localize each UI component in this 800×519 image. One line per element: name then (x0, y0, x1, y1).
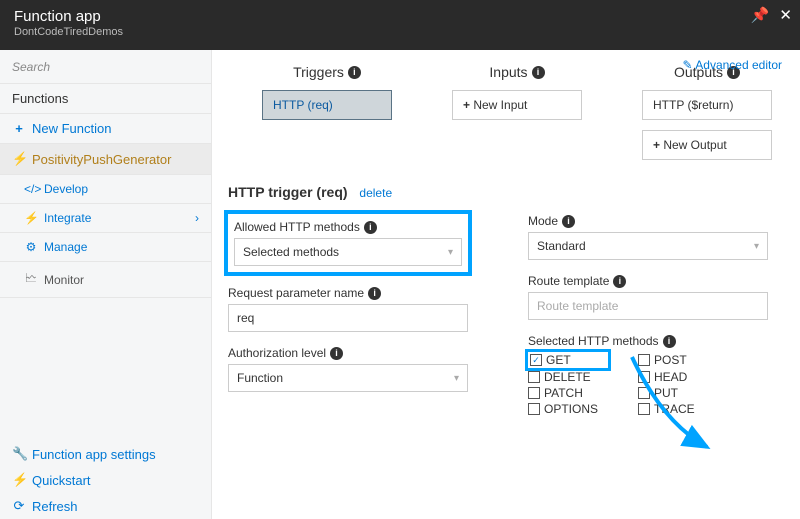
checkbox-icon (638, 403, 650, 415)
checkbox-icon (638, 371, 650, 383)
auth-level-field: Authorization leveli Function ▾ (228, 346, 468, 392)
sidebar-manage[interactable]: ⚙ Manage (0, 233, 211, 262)
quickstart-link[interactable]: ⚡ Quickstart (0, 467, 211, 493)
close-icon[interactable]: ✕ (779, 6, 792, 24)
chevron-down-icon: ▾ (448, 247, 453, 258)
output-http-return[interactable]: HTTP ($return) (642, 90, 772, 120)
sidebar-function-item[interactable]: ⚡ PositivityPushGenerator (0, 144, 211, 175)
sidebar-monitor[interactable]: 🗠 Monitor (0, 262, 211, 298)
header-subtitle: DontCodeTiredDemos (14, 26, 123, 38)
method-patch[interactable]: PATCH (528, 386, 608, 400)
method-get[interactable]: ✓GET (528, 352, 608, 368)
section-title: HTTP trigger (req) delete (228, 184, 784, 200)
checkbox-icon (528, 403, 540, 415)
method-delete[interactable]: DELETE (528, 370, 608, 384)
function-name: PositivityPushGenerator (32, 152, 171, 167)
checkbox-icon (638, 387, 650, 399)
pin-icon[interactable]: 📌 (751, 6, 770, 24)
mode-field: Modei Standard ▾ (528, 214, 768, 260)
info-icon[interactable]: i (348, 66, 361, 79)
sidebar-develop[interactable]: </> Develop (0, 175, 211, 204)
advanced-editor-link[interactable]: ✎ Advanced editor (683, 58, 782, 72)
sidebar: Search Functions + New Function ⚡ Positi… (0, 50, 212, 519)
info-icon[interactable]: i (562, 215, 575, 228)
info-icon[interactable]: i (330, 347, 343, 360)
selected-methods-field: Selected HTTP methodsi ✓GET POST DELETE … (528, 334, 768, 416)
refresh-link[interactable]: ⟳ Refresh (0, 493, 211, 519)
route-template-input[interactable] (528, 292, 768, 320)
new-output-button[interactable]: + New Output (642, 130, 772, 160)
allowed-methods-field: Allowed HTTP methodsi Selected methods ▾ (228, 214, 468, 272)
method-post[interactable]: POST (638, 352, 718, 368)
allowed-methods-select[interactable]: Selected methods ▾ (234, 238, 462, 266)
code-icon: </> (24, 182, 38, 196)
main-panel: ✎ Advanced editor Triggersi HTTP (req) I… (212, 50, 800, 519)
info-icon[interactable]: i (613, 275, 626, 288)
triggers-header: Triggersi (293, 64, 361, 80)
plus-icon: + (12, 121, 26, 136)
blade-header: Function app DontCodeTiredDemos 📌 ✕ (0, 0, 800, 50)
wrench-icon: 🔧 (12, 446, 26, 462)
chevron-right-icon: › (195, 211, 199, 225)
new-function-label: New Function (32, 121, 111, 136)
info-icon[interactable]: i (368, 287, 381, 300)
checkbox-icon (638, 354, 650, 366)
sidebar-functions-header[interactable]: Functions (0, 84, 211, 114)
method-options[interactable]: OPTIONS (528, 402, 608, 416)
search-input[interactable]: Search (0, 50, 211, 84)
monitor-icon: 🗠 (24, 269, 38, 290)
bolt-icon: ⚡ (24, 211, 38, 225)
allowed-methods-label: Allowed HTTP methodsi (234, 220, 462, 234)
bindings-row: Triggersi HTTP (req) Inputsi + New Input… (262, 64, 784, 160)
plus-icon: + (463, 98, 473, 112)
function-icon: ⚡ (12, 151, 26, 167)
route-template-field: Route templatei (528, 274, 768, 320)
auth-level-select[interactable]: Function ▾ (228, 364, 468, 392)
chevron-down-icon: ▾ (754, 241, 759, 252)
new-function-button[interactable]: + New Function (0, 114, 211, 144)
checkbox-checked-icon: ✓ (530, 354, 542, 366)
gear-icon: ⚙ (24, 240, 38, 254)
checkbox-icon (528, 371, 540, 383)
checkbox-icon (528, 387, 540, 399)
refresh-icon: ⟳ (12, 498, 26, 514)
info-icon[interactable]: i (663, 335, 676, 348)
param-name-input[interactable] (228, 304, 468, 332)
plus-icon: + (653, 138, 663, 152)
info-icon[interactable]: i (364, 221, 377, 234)
method-head[interactable]: HEAD (638, 370, 718, 384)
mode-select[interactable]: Standard ▾ (528, 232, 768, 260)
inputs-header: Inputsi (489, 64, 544, 80)
trigger-http-req[interactable]: HTTP (req) (262, 90, 392, 120)
method-put[interactable]: PUT (638, 386, 718, 400)
edit-icon: ✎ (683, 58, 693, 72)
header-title: Function app (14, 8, 123, 25)
sidebar-integrate[interactable]: ⚡ Integrate › (0, 204, 211, 233)
param-name-field: Request parameter namei (228, 286, 468, 332)
delete-link[interactable]: delete (359, 186, 392, 200)
info-icon[interactable]: i (532, 66, 545, 79)
app-settings-link[interactable]: 🔧 Function app settings (0, 441, 211, 467)
new-input-button[interactable]: + New Input (452, 90, 582, 120)
chevron-down-icon: ▾ (454, 373, 459, 384)
method-trace[interactable]: TRACE (638, 402, 718, 416)
bolt-icon: ⚡ (12, 472, 26, 488)
